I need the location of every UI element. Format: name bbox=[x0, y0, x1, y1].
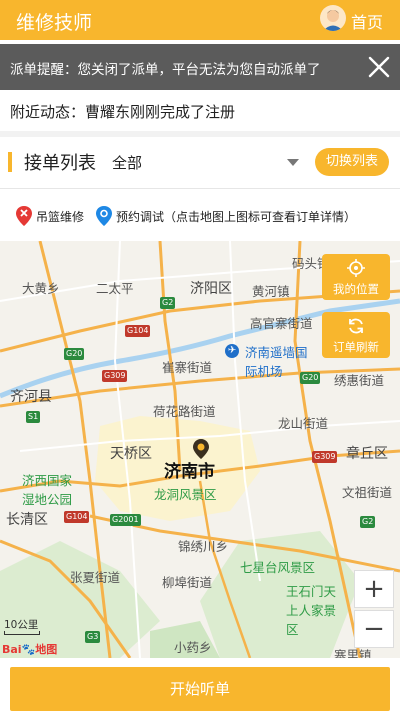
map-label: 黄河镇 bbox=[252, 284, 290, 299]
order-list-bar: 接单列表 全部 切换列表 bbox=[0, 137, 400, 187]
road-shield: G309 bbox=[102, 370, 128, 382]
legend-label-debug: 预约调试（点击地图上图标可查看订单详情） bbox=[116, 210, 357, 224]
road-shield: G104 bbox=[64, 511, 90, 523]
map-label: 柳埠街道 bbox=[162, 575, 213, 590]
map-label: 齐河县 bbox=[10, 389, 52, 405]
plus-icon: + bbox=[363, 574, 385, 604]
road-shield: G2001 bbox=[110, 514, 141, 526]
map-label: 荷花路街道 bbox=[153, 404, 216, 419]
start-listening-button[interactable]: 开始听单 bbox=[10, 667, 390, 711]
notice-text: 派单提醒：您关闭了派单，平台无法为您自动派单了 bbox=[10, 62, 321, 78]
dispatch-notice: 派单提醒：您关闭了派单，平台无法为您自动派单了 bbox=[0, 44, 400, 90]
baidu-map-logo: Bai🐾地图 bbox=[2, 643, 58, 656]
refresh-orders-button[interactable]: 订单刷新 bbox=[322, 312, 390, 358]
order-list-title: 接单列表 bbox=[24, 153, 96, 174]
locate-icon bbox=[346, 258, 366, 278]
road-shield: G20 bbox=[64, 348, 85, 360]
road-shield: G104 bbox=[125, 325, 151, 337]
map-view[interactable]: G2 G104 G20 G309 S1 G3 G2001 G20 G309 G1… bbox=[0, 241, 400, 658]
chevron-down-icon[interactable] bbox=[287, 159, 299, 166]
map-label: 济阳区 bbox=[190, 281, 232, 297]
close-icon[interactable] bbox=[366, 54, 392, 80]
legend-label-repair: 吊篮维修 bbox=[36, 210, 85, 224]
park-label: 王石门天上人家景区 bbox=[286, 584, 337, 637]
map-label: 大黄乡 bbox=[22, 281, 60, 296]
road-shield: G2 bbox=[360, 516, 376, 528]
park-label: 七星台风景区 bbox=[240, 560, 316, 575]
road-shield: G3 bbox=[85, 631, 101, 643]
wrench-pin-icon bbox=[16, 206, 32, 230]
map-label: 章丘区 bbox=[346, 446, 388, 462]
map-label: 长清区 bbox=[6, 512, 48, 528]
map-legend: 吊篮维修 预约调试（点击地图上图标可查看订单详情） bbox=[0, 189, 400, 241]
airport-label: ✈ 济南遥墙国际机场 bbox=[225, 342, 315, 380]
order-filter-select[interactable]: 全部 bbox=[112, 152, 142, 173]
park-label: 龙洞风景区 bbox=[154, 487, 217, 502]
my-location-button[interactable]: 我的位置 bbox=[322, 254, 390, 300]
my-location-label: 我的位置 bbox=[333, 282, 379, 296]
map-label: 崔寨街道 bbox=[162, 360, 213, 375]
refresh-orders-label: 订单刷新 bbox=[333, 340, 379, 354]
map-label: 张夏街道 bbox=[70, 570, 121, 585]
map-label: 二太平 bbox=[96, 281, 134, 296]
gear-pin-icon bbox=[96, 206, 112, 230]
map-label: 小药乡 bbox=[174, 640, 212, 655]
switch-list-button[interactable]: 切换列表 bbox=[315, 148, 389, 176]
nearby-dynamic: 附近动态：曹耀东刚刚完成了注册 bbox=[10, 103, 236, 121]
map-label: 高官寨街道 bbox=[250, 316, 313, 331]
scale-bar bbox=[4, 631, 40, 635]
airplane-icon: ✈ bbox=[225, 343, 239, 358]
home-link[interactable]: 首页 bbox=[351, 9, 383, 33]
map-label: 龙山街道 bbox=[278, 416, 329, 431]
refresh-icon bbox=[346, 316, 366, 336]
road-shield: G2 bbox=[160, 297, 176, 309]
map-label: 绣惠街道 bbox=[334, 373, 385, 388]
city-label: 济南市 bbox=[164, 462, 215, 482]
park-label: 济西国家湿地公园 bbox=[22, 473, 73, 507]
avatar-icon[interactable] bbox=[320, 5, 346, 31]
app-header: 维修技师 首页 bbox=[0, 0, 400, 40]
page-title: 维修技师 bbox=[16, 12, 93, 34]
accent-bar bbox=[8, 152, 12, 172]
road-shield: S1 bbox=[26, 411, 41, 423]
zoom-in-button[interactable]: + bbox=[354, 570, 394, 608]
map-scale: 10公里 bbox=[4, 619, 39, 631]
map-label: 文祖街道 bbox=[342, 485, 393, 500]
map-label: 锦绣川乡 bbox=[178, 539, 229, 554]
map-label: 天桥区 bbox=[110, 446, 152, 462]
minus-icon: − bbox=[363, 614, 385, 644]
road-shield: G309 bbox=[312, 451, 338, 463]
zoom-out-button[interactable]: − bbox=[354, 610, 394, 648]
